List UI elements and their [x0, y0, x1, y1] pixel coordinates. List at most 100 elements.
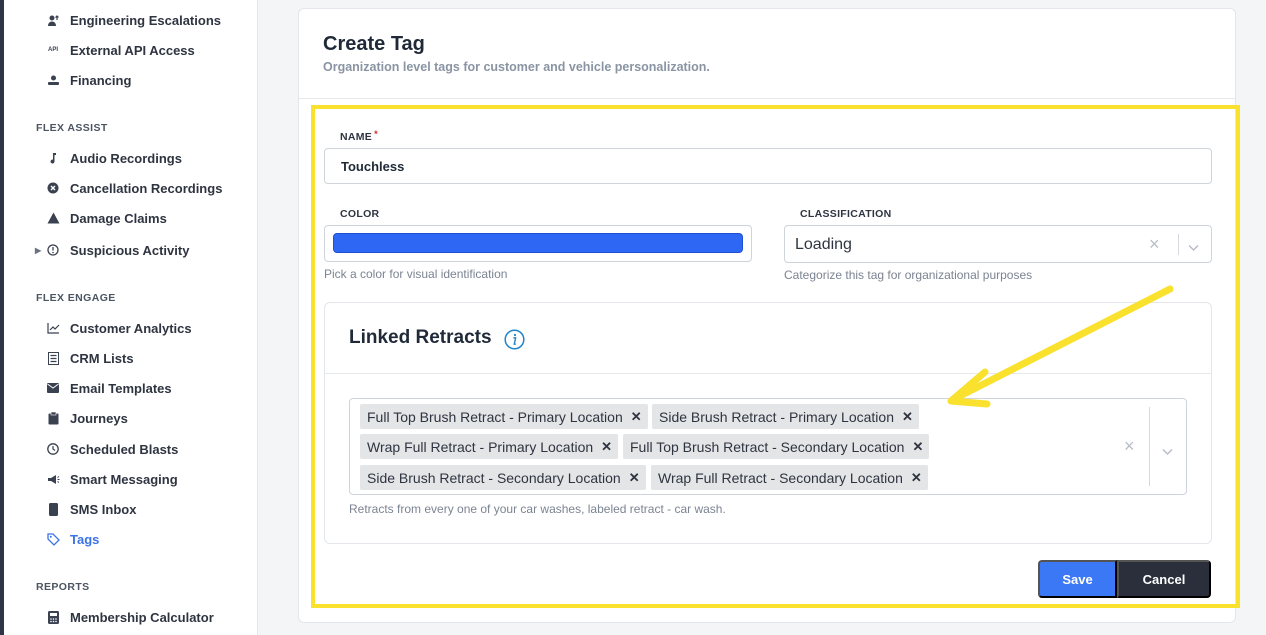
clear-icon[interactable]: ×: [1124, 437, 1135, 455]
chip-label: Side Brush Retract - Secondary Location: [367, 469, 621, 486]
sidebar-item-label: Journeys: [70, 410, 128, 426]
sidebar-item-email-templates[interactable]: Email Templates: [4, 374, 258, 402]
section-label-reports: REPORTS: [36, 581, 90, 593]
page-title: Create Tag: [323, 33, 425, 55]
retracts-help-text: Retracts from every one of your car wash…: [349, 502, 726, 516]
name-label: NAME *: [340, 129, 378, 143]
alert-circle-icon: [46, 243, 60, 257]
color-swatch[interactable]: [333, 233, 743, 253]
sidebar-item-label: Audio Recordings: [70, 150, 182, 166]
api-icon: API: [47, 47, 58, 53]
linked-retracts-title: Linked Retracts: [349, 327, 492, 348]
sidebar-item-audio-recordings[interactable]: Audio Recordings: [4, 144, 258, 172]
retract-chip: Side Brush Retract - Secondary Location ✕: [360, 465, 646, 490]
remove-chip-icon[interactable]: ✕: [631, 409, 642, 425]
sidebar-item-external-api-access[interactable]: API External API Access: [4, 36, 258, 64]
section-label-flex-engage: FLEX ENGAGE: [36, 292, 116, 304]
sidebar: Engineering Escalations API External API…: [4, 0, 258, 635]
chip-label: Side Brush Retract - Primary Location: [659, 408, 894, 425]
select-separator: [1149, 407, 1150, 486]
music-note-icon: [46, 151, 60, 165]
sidebar-item-damage-claims[interactable]: Damage Claims: [4, 204, 258, 232]
sidebar-item-label: Membership Calculator: [70, 609, 214, 625]
phone-icon: [46, 502, 60, 516]
megaphone-icon: [46, 472, 60, 486]
sidebar-item-suspicious-activity[interactable]: ▶ Suspicious Activity: [4, 236, 258, 264]
sidebar-item-label: Scheduled Blasts: [70, 441, 179, 457]
sidebar-item-label: Financing: [70, 72, 132, 88]
chip-label: Wrap Full Retract - Secondary Location: [658, 469, 903, 486]
save-button[interactable]: Save: [1038, 560, 1117, 598]
create-tag-card: Create Tag Organization level tags for c…: [298, 8, 1236, 623]
color-picker[interactable]: [324, 225, 752, 262]
required-mark: *: [374, 129, 378, 139]
divider: [299, 98, 1235, 99]
remove-chip-icon[interactable]: ✕: [912, 439, 923, 455]
retracts-multiselect[interactable]: Full Top Brush Retract - Primary Locatio…: [349, 398, 1187, 495]
classification-value: Loading: [795, 236, 852, 253]
classification-select[interactable]: Loading ×: [784, 225, 1212, 263]
chip-label: Full Top Brush Retract - Primary Locatio…: [367, 408, 623, 425]
retract-chip: Wrap Full Retract - Primary Location ✕: [360, 434, 619, 459]
page-subtitle: Organization level tags for customer and…: [323, 60, 710, 74]
sidebar-item-membership-calculator[interactable]: Membership Calculator: [4, 603, 258, 631]
clock-icon: [46, 442, 60, 456]
sidebar-item-scheduled-blasts[interactable]: Scheduled Blasts: [4, 435, 258, 463]
retract-chip: Wrap Full Retract - Secondary Location ✕: [651, 465, 928, 490]
color-help-text: Pick a color for visual identification: [324, 267, 508, 281]
sidebar-item-label: CRM Lists: [70, 350, 134, 366]
classification-help-text: Categorize this tag for organizational p…: [784, 268, 1033, 282]
sidebar-item-tags[interactable]: Tags: [4, 525, 258, 553]
sidebar-item-cancellation-recordings[interactable]: Cancellation Recordings: [4, 174, 258, 202]
chevron-down-icon[interactable]: [1188, 239, 1199, 252]
select-separator: [1178, 234, 1179, 255]
retract-chip: Full Top Brush Retract - Primary Locatio…: [360, 404, 648, 429]
info-icon[interactable]: [504, 329, 525, 350]
chip-label: Wrap Full Retract - Primary Location: [367, 438, 594, 455]
sidebar-item-label: Tags: [70, 531, 100, 547]
section-label-flex-assist: FLEX ASSIST: [36, 122, 108, 134]
sidebar-item-label: Customer Analytics: [70, 320, 192, 336]
chip-label: Full Top Brush Retract - Secondary Locat…: [630, 438, 905, 455]
sidebar-item-engineering-escalations[interactable]: Engineering Escalations: [4, 6, 258, 34]
remove-chip-icon[interactable]: ✕: [629, 470, 640, 486]
sidebar-item-sms-inbox[interactable]: SMS Inbox: [4, 495, 258, 523]
warning-triangle-icon: [46, 211, 60, 225]
classification-label: CLASSIFICATION: [800, 208, 892, 220]
cancel-circle-icon: [46, 181, 60, 195]
financing-icon: [46, 73, 60, 87]
line-chart-icon: [46, 321, 60, 335]
name-input[interactable]: [324, 148, 1212, 184]
color-label: COLOR: [340, 208, 380, 220]
user-escalation-icon: [46, 13, 60, 27]
calculator-icon: [46, 610, 60, 624]
list-icon: [46, 351, 60, 365]
tag-icon: [46, 532, 60, 546]
sidebar-item-financing[interactable]: Financing: [4, 66, 258, 94]
sidebar-item-journeys[interactable]: Journeys: [4, 404, 258, 432]
remove-chip-icon[interactable]: ✕: [902, 409, 913, 425]
clear-icon[interactable]: ×: [1149, 235, 1160, 253]
sidebar-item-crm-lists[interactable]: CRM Lists: [4, 344, 258, 372]
divider: [325, 373, 1211, 374]
remove-chip-icon[interactable]: ✕: [601, 439, 612, 455]
clipboard-icon: [46, 411, 60, 425]
sidebar-item-label: Engineering Escalations: [70, 12, 221, 28]
cancel-button[interactable]: Cancel: [1117, 560, 1211, 598]
remove-chip-icon[interactable]: ✕: [911, 470, 922, 486]
expand-caret-icon[interactable]: ▶: [35, 246, 41, 255]
linked-retracts-panel: Linked Retracts Full Top Brush Retract -…: [324, 302, 1212, 544]
sidebar-item-label: Smart Messaging: [70, 471, 178, 487]
chevron-down-icon[interactable]: [1162, 443, 1173, 456]
sidebar-item-label: Suspicious Activity: [70, 242, 190, 258]
sidebar-item-smart-messaging[interactable]: Smart Messaging: [4, 465, 258, 493]
sidebar-item-label: SMS Inbox: [70, 501, 137, 517]
sidebar-item-label: External API Access: [70, 42, 195, 58]
sidebar-item-label: Damage Claims: [70, 210, 167, 226]
retract-chip: Side Brush Retract - Primary Location ✕: [652, 404, 919, 429]
sidebar-item-label: Cancellation Recordings: [70, 180, 223, 196]
sidebar-item-customer-analytics[interactable]: Customer Analytics: [4, 314, 258, 342]
sidebar-item-label: Email Templates: [70, 380, 172, 396]
envelope-icon: [46, 381, 60, 395]
retract-chip: Full Top Brush Retract - Secondary Locat…: [623, 434, 930, 459]
